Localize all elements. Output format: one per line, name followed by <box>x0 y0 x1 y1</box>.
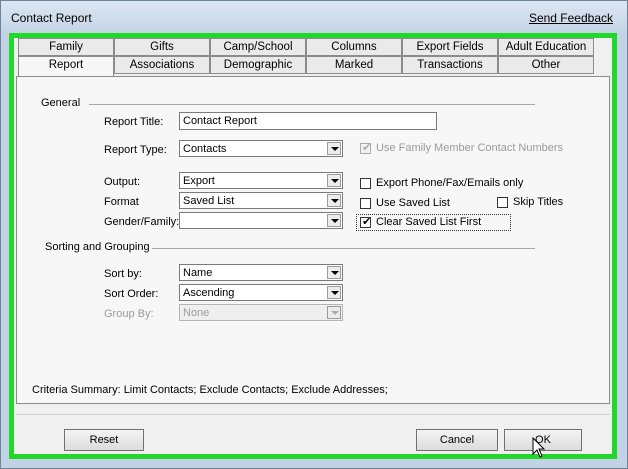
sorting-group-label: Sorting and Grouping <box>45 241 150 253</box>
general-divider <box>89 104 535 105</box>
tab-label: Other <box>531 59 561 71</box>
tab-adult-education[interactable]: Adult Education <box>498 38 594 56</box>
criteria-summary-label: Criteria Summary: <box>32 384 121 396</box>
chevron-down-icon[interactable] <box>327 286 341 299</box>
report-type-label: Report Type: <box>104 144 167 156</box>
sort-order-label: Sort Order: <box>104 288 159 300</box>
window-title: Contact Report <box>11 11 92 25</box>
tab-label: Camp/School <box>223 41 293 53</box>
output-value: Export <box>183 175 215 187</box>
contact-report-window: Contact Report Send Feedback Family Gift… <box>0 0 628 469</box>
tab-export-fields[interactable]: Export Fields <box>402 38 498 56</box>
tab-marked[interactable]: Marked <box>306 56 402 74</box>
format-label: Format <box>104 196 139 208</box>
tab-label: Demographic <box>223 59 293 71</box>
chevron-down-icon[interactable] <box>327 214 341 227</box>
footer-divider <box>16 414 610 415</box>
check-icon: ✔ <box>362 142 372 154</box>
output-label: Output: <box>104 176 141 188</box>
report-tab-panel: General Report Title: Contact Report Rep… <box>16 76 610 404</box>
tab-label: Associations <box>129 59 195 71</box>
sorting-divider <box>152 248 535 249</box>
checkbox-label: Use Family Member Contact Numbers <box>376 142 564 154</box>
report-type-select[interactable]: Contacts <box>179 140 343 157</box>
sort-order-value: Ascending <box>183 287 235 299</box>
tab-columns[interactable]: Columns <box>306 38 402 56</box>
output-select[interactable]: Export <box>179 172 343 189</box>
tab-camp-school[interactable]: Camp/School <box>210 38 306 56</box>
send-feedback-link[interactable]: Send Feedback <box>529 11 613 25</box>
format-value: Saved List <box>183 195 235 207</box>
report-title-input[interactable]: Contact Report <box>179 112 437 130</box>
checkbox-box[interactable] <box>497 197 508 208</box>
checkbox-box[interactable] <box>360 198 371 209</box>
group-by-value: None <box>183 307 210 319</box>
tab-label: Marked <box>334 59 374 71</box>
chevron-down-icon[interactable] <box>327 142 341 155</box>
tab-label: Columns <box>331 41 377 53</box>
chevron-down-icon[interactable] <box>327 266 341 279</box>
chevron-down-icon <box>327 306 341 319</box>
checkbox-box[interactable]: ✔ <box>360 216 372 228</box>
criteria-summary-value: Limit Contacts; Exclude Contacts; Exclud… <box>123 384 388 396</box>
chevron-down-icon[interactable] <box>327 194 341 207</box>
sort-by-select[interactable]: Name <box>179 264 343 281</box>
tab-report[interactable]: Report <box>18 56 114 76</box>
tab-label: Export Fields <box>416 41 484 53</box>
group-by-select: None <box>179 304 343 321</box>
mouse-pointer-icon <box>532 437 546 458</box>
tab-associations[interactable]: Associations <box>114 56 210 74</box>
reset-button[interactable]: Reset <box>64 429 144 451</box>
report-title-label: Report Title: <box>104 116 164 128</box>
checkbox-label: Use Saved List <box>376 197 450 209</box>
format-select[interactable]: Saved List <box>179 192 343 209</box>
checkbox-box[interactable] <box>360 178 371 189</box>
title-bar: Contact Report Send Feedback <box>1 1 627 33</box>
general-group-label: General <box>41 97 81 109</box>
chevron-down-icon[interactable] <box>327 174 341 187</box>
sort-by-value: Name <box>183 267 213 279</box>
gender-family-label: Gender/Family: <box>104 216 180 228</box>
tab-family[interactable]: Family <box>18 38 114 56</box>
sort-order-select[interactable]: Ascending <box>179 284 343 301</box>
checkbox-label: Skip Titles <box>513 196 564 208</box>
sort-by-label: Sort by: <box>104 268 142 280</box>
tab-gifts[interactable]: Gifts <box>114 38 210 56</box>
tab-transactions[interactable]: Transactions <box>402 56 498 74</box>
tab-label: Adult Education <box>505 41 587 53</box>
tab-label: Family <box>49 41 83 53</box>
tab-demographic[interactable]: Demographic <box>210 56 306 74</box>
tab-other[interactable]: Other <box>498 56 594 74</box>
tab-label: Gifts <box>150 41 174 53</box>
tab-label: Transactions <box>417 59 483 71</box>
dialog-frame: Family Gifts Camp/School Columns Export … <box>9 33 617 459</box>
checkbox-box[interactable]: ✔ <box>360 142 372 154</box>
checkbox-label: Clear Saved List First <box>376 216 482 228</box>
gender-family-select[interactable] <box>179 212 343 229</box>
checkbox-label: Export Phone/Fax/Emails only <box>376 177 524 189</box>
criteria-summary: Criteria Summary: Limit Contacts; Exclud… <box>32 384 388 396</box>
tab-label: Report <box>48 59 84 71</box>
report-type-value: Contacts <box>183 143 227 155</box>
group-by-label: Group By: <box>104 308 154 320</box>
check-icon: ✔ <box>362 216 372 228</box>
cancel-button[interactable]: Cancel <box>416 429 498 451</box>
